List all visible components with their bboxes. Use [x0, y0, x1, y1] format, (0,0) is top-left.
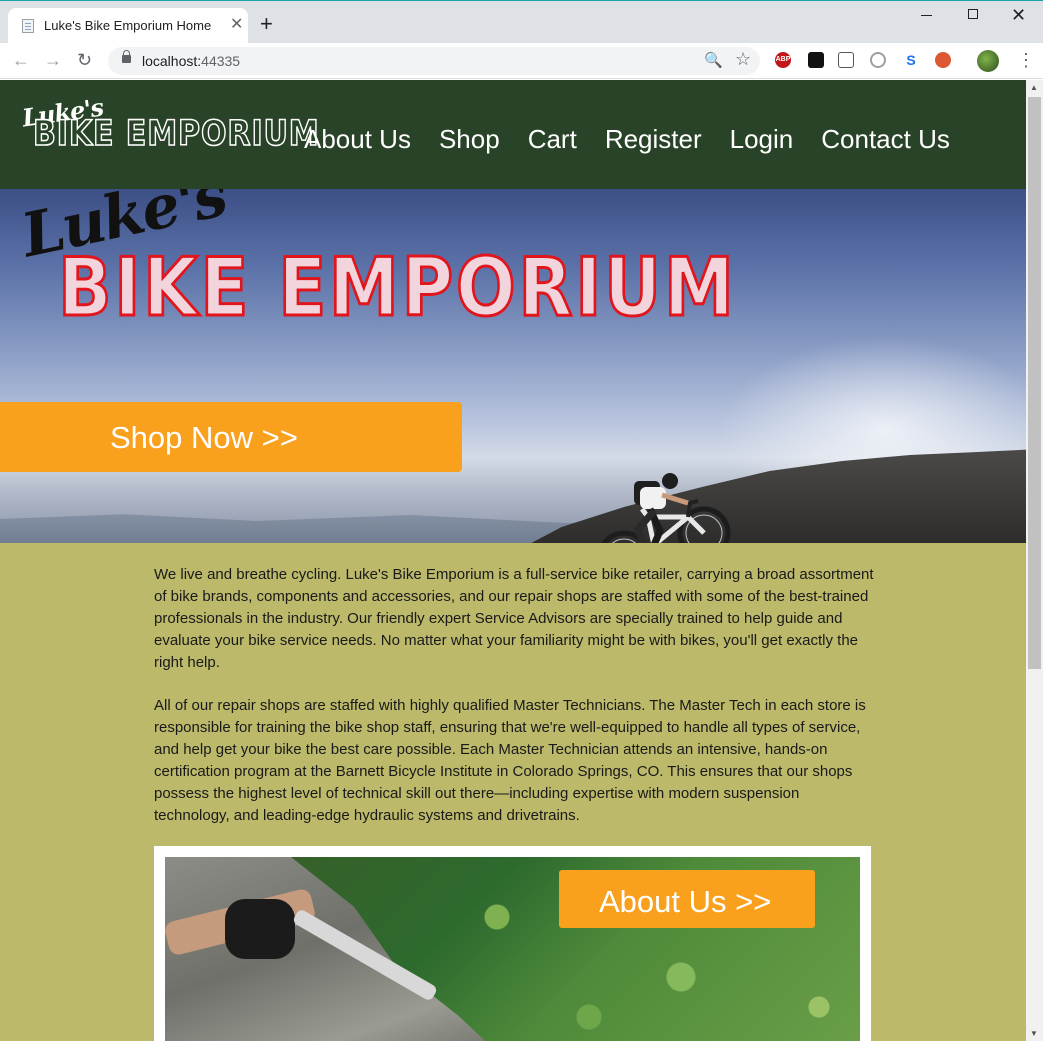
hero-banner: Luke's BIKE EMPORIUM Shop Now >> — [0, 189, 1026, 543]
scroll-up-arrow-icon[interactable]: ▲ — [1030, 83, 1038, 92]
nav-contact-us[interactable]: Contact Us — [821, 122, 950, 156]
page-viewport: Luke's BIKE EMPORIUM About Us Shop Cart … — [0, 80, 1026, 1041]
window-top-border — [0, 0, 1043, 1]
page-favicon-icon — [22, 19, 34, 33]
mountain-bike-cliff-image: About Us >> — [165, 857, 860, 1041]
shop-now-label: Shop Now >> — [110, 420, 298, 455]
scrollbar-thumb[interactable] — [1028, 97, 1041, 669]
site-logo[interactable]: Luke's BIKE EMPORIUM — [18, 92, 319, 178]
intro-paragraph-1: We live and breathe cycling. Luke's Bike… — [154, 566, 874, 671]
logo-main-text: BIKE EMPORIUM — [32, 113, 320, 155]
bookmark-star-icon[interactable]: ☆ — [735, 49, 751, 70]
intro-content: We live and breathe cycling. Luke's Bike… — [154, 564, 874, 848]
scroll-down-arrow-icon[interactable]: ▼ — [1030, 1029, 1038, 1038]
extension-lock-icon[interactable] — [808, 52, 824, 68]
nav-login[interactable]: Login — [730, 122, 794, 156]
extension-s-icon[interactable]: S — [903, 52, 919, 68]
back-arrow-icon[interactable]: ← — [12, 49, 30, 71]
url-text[interactable]: localhost:44335 — [142, 53, 240, 69]
reload-icon[interactable]: ↻ — [77, 49, 92, 71]
main-nav: About Us Shop Cart Register Login Contac… — [304, 122, 978, 156]
maximize-window-button[interactable] — [968, 9, 978, 19]
url-port: 44335 — [201, 53, 241, 69]
zoom-magnifier-icon[interactable]: 🔍 — [704, 51, 723, 69]
about-us-button-label: About Us >> — [599, 884, 772, 919]
shop-now-button[interactable]: Shop Now >> — [0, 402, 462, 472]
browser-titlebar: Luke's Bike Emporium Home ✕ + ✕ — [0, 0, 1043, 43]
browser-toolbar: ← → ↻ localhost:44335 🔍 ☆ — [0, 43, 1043, 79]
nav-register[interactable]: Register — [605, 122, 702, 156]
lock-icon[interactable] — [122, 50, 131, 63]
browser-menu-icon[interactable]: ⋮ — [1017, 49, 1035, 71]
tab-close-icon[interactable]: ✕ — [230, 15, 243, 35]
site-header: Luke's BIKE EMPORIUM About Us Shop Cart … — [0, 80, 1026, 189]
minimize-window-button[interactable] — [921, 15, 932, 16]
vertical-scrollbar[interactable]: ▲ ▼ — [1026, 80, 1043, 1041]
nav-about-us[interactable]: About Us — [304, 122, 411, 156]
tab-title: Luke's Bike Emporium Home — [44, 18, 212, 33]
nav-cart[interactable]: Cart — [528, 122, 577, 156]
forward-arrow-icon[interactable]: → — [44, 49, 62, 71]
browser-tab[interactable]: Luke's Bike Emporium Home ✕ — [8, 8, 248, 43]
new-tab-button[interactable]: + — [260, 13, 273, 35]
hero-title: BIKE EMPORIUM — [57, 240, 737, 336]
about-us-button[interactable]: About Us >> — [559, 870, 815, 928]
mountain-biker-image — [601, 473, 731, 543]
extension-check-icon[interactable] — [870, 52, 886, 68]
extension-car-icon[interactable] — [838, 52, 854, 68]
nav-shop[interactable]: Shop — [439, 122, 500, 156]
about-feature-card: About Us >> — [154, 846, 871, 1041]
duckduckgo-extension-icon[interactable] — [935, 52, 951, 68]
adblock-extension-icon[interactable]: ABP — [775, 52, 791, 68]
url-host: localhost: — [142, 53, 202, 69]
close-window-button[interactable]: ✕ — [1011, 4, 1026, 26]
profile-avatar[interactable] — [977, 50, 999, 72]
intro-paragraph-2: All of our repair shops are staffed with… — [154, 697, 866, 824]
address-bar[interactable]: localhost:44335 🔍 ☆ — [108, 47, 760, 75]
rider-glove — [225, 899, 295, 959]
